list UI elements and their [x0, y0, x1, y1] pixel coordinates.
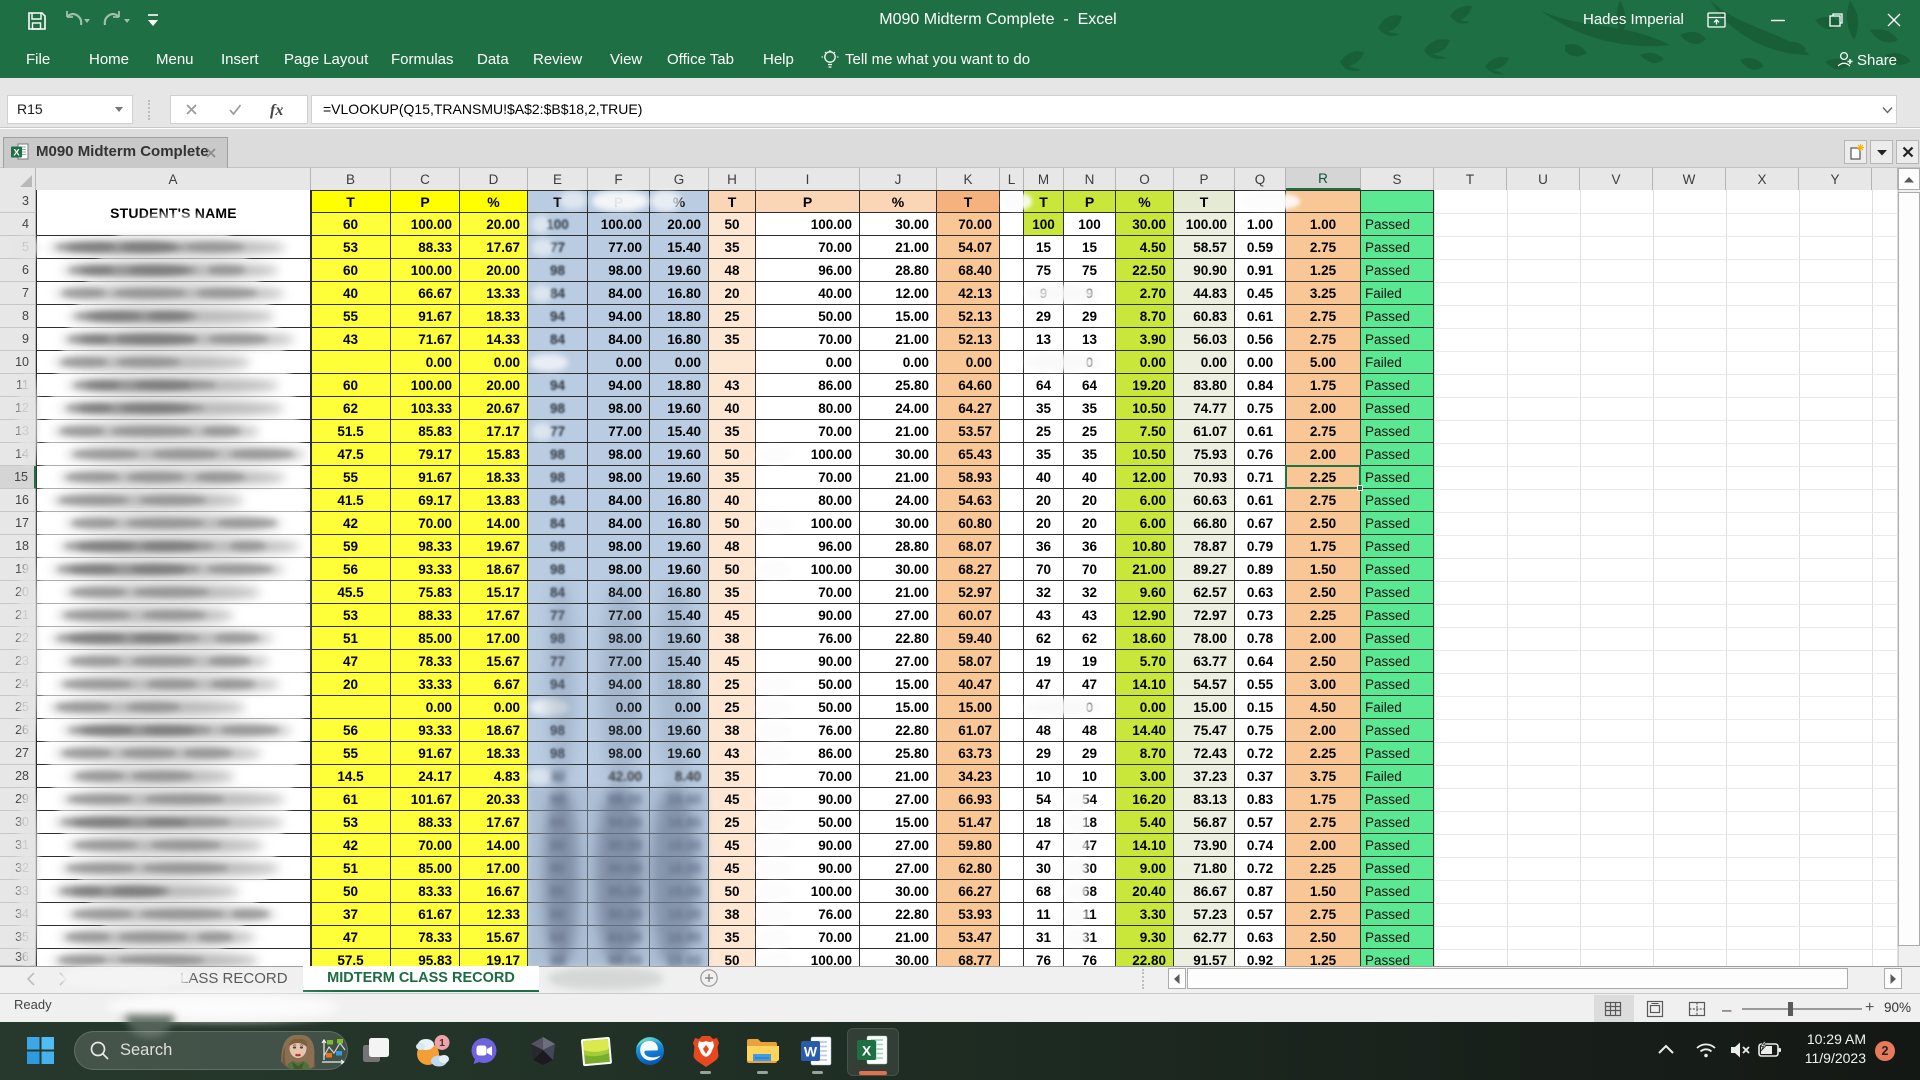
svg-text:W: W	[804, 1044, 818, 1060]
svg-text:1: 1	[439, 1037, 445, 1049]
svg-text:X: X	[862, 1043, 872, 1059]
svg-text:X: X	[13, 147, 20, 158]
svg-text:fx: fx	[270, 102, 283, 119]
